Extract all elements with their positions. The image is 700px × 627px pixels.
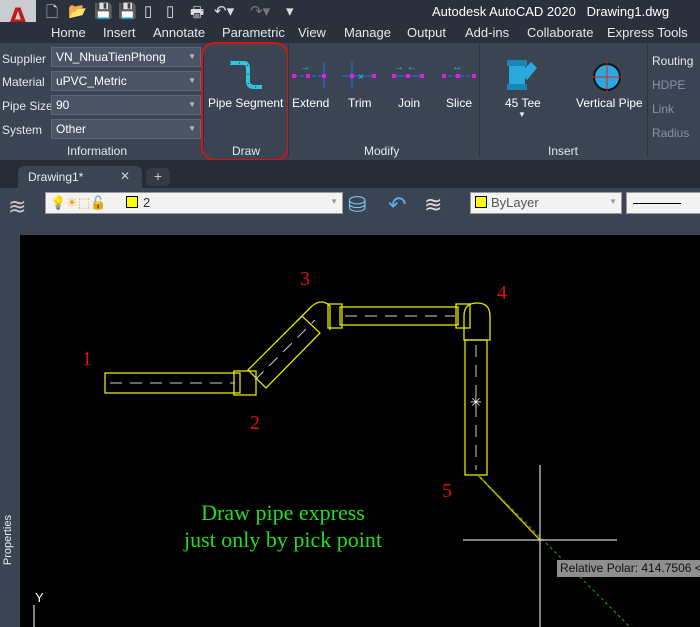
pipe-segment-3 [339, 306, 459, 326]
supplier-select[interactable]: VN_NhuaTienPhong [51, 47, 201, 67]
chevron-down-icon[interactable]: ▼ [518, 110, 526, 119]
radius-label: Radius [652, 126, 690, 140]
45-tee-button[interactable]: 45 Tee [505, 96, 541, 110]
redo-icon[interactable]: ↷▾ [250, 2, 270, 20]
open-from-web-icon[interactable]: ▯ [144, 2, 152, 20]
undo-icon[interactable]: ↶▾ [214, 2, 234, 20]
point-label-1: 1 [82, 348, 92, 370]
customize-icon[interactable]: ▾ [286, 2, 294, 20]
layer-state-icons: 💡☀⬚🔓 [50, 195, 107, 210]
svg-text:↔: ↔ [452, 62, 462, 73]
tab-add-ins[interactable]: Add-ins [465, 25, 509, 40]
tab-drawing1[interactable]: Drawing1* ✕ [18, 166, 142, 188]
tab-insert[interactable]: Insert [103, 25, 136, 40]
modify-icons: → × → ← ↔ [292, 62, 476, 88]
divider [288, 45, 289, 157]
insert-panel-title: Insert [548, 144, 579, 158]
open-icon[interactable]: 📂 [68, 2, 87, 20]
elbow-fitting [463, 302, 491, 341]
svg-text:→ ←: → ← [394, 62, 417, 73]
extend-button[interactable]: Extend [292, 96, 329, 110]
save-icon[interactable]: 💾 [94, 2, 113, 20]
system-select[interactable]: Other [51, 119, 201, 139]
chevron-down-icon: ▼ [609, 197, 617, 206]
polar-tooltip: Relative Polar: 414.7506 < 3 [557, 560, 700, 577]
pipe-segment-button[interactable] [222, 55, 266, 95]
tab-output[interactable]: Output [407, 25, 446, 40]
vertical-pipe-icon [592, 62, 622, 92]
tab-parametric[interactable]: Parametric [222, 25, 285, 40]
extend-icon: → [292, 62, 326, 88]
linetype-preview [633, 203, 681, 204]
slice-icon: ↔ [442, 62, 476, 78]
tab-label: Drawing1* [28, 170, 84, 184]
tab-home[interactable]: Home [51, 25, 86, 40]
chevron-down-icon: ▼ [330, 197, 338, 206]
vertical-pipe-button[interactable]: Vertical Pipe [576, 96, 643, 110]
trim-icon: × [342, 62, 376, 88]
svg-text:→: → [300, 62, 310, 73]
color-swatch [475, 196, 487, 208]
save-as-icon[interactable]: 💾 [118, 2, 137, 20]
ucs-y-label: Y [35, 590, 44, 605]
point-label-5: 5 [442, 480, 452, 502]
join-icon: → ← [392, 62, 424, 78]
point-label-3: 3 [300, 268, 310, 290]
linetype-select[interactable] [626, 192, 700, 214]
pipe-segment-icon [230, 61, 262, 89]
layer-states-icon[interactable]: ≋ [424, 192, 442, 218]
polar-tracking-line [477, 474, 631, 627]
hdpe-label: HDPE [652, 78, 686, 92]
save-to-web-icon[interactable]: ▯ [166, 2, 174, 20]
modify-panel-title: Modify [364, 144, 400, 158]
45-tee-icon [507, 60, 537, 90]
divider [479, 45, 480, 157]
new-tab-button[interactable]: + [146, 168, 170, 186]
point-label-4: 4 [497, 282, 507, 304]
information-panel-title: Information [67, 144, 128, 158]
trim-button[interactable]: Trim [348, 96, 372, 110]
color-select[interactable]: ByLayer ▼ [470, 192, 622, 214]
pipe-segment-2 [247, 315, 321, 389]
svg-text:×: × [358, 72, 364, 83]
color-name: ByLayer [491, 195, 539, 210]
point-label-2: 2 [250, 412, 260, 434]
window-title: Autodesk AutoCAD 2020 Drawing1.dwg [432, 4, 670, 19]
link-label: Link [652, 102, 675, 116]
pipe-size-label: Pipe Size [2, 99, 53, 113]
layer-previous-icon[interactable]: ↶ [388, 192, 406, 218]
layer-name: 2 [143, 195, 151, 210]
material-select[interactable]: uPVC_Metric [51, 71, 201, 91]
tab-express-tools[interactable]: Express Tools [607, 25, 688, 40]
tab-manage[interactable]: Manage [344, 25, 391, 40]
tab-view[interactable]: View [298, 25, 326, 40]
join-button[interactable]: Join [398, 96, 420, 110]
close-icon[interactable]: ✕ [120, 169, 130, 183]
tab-collaborate[interactable]: Collaborate [527, 25, 594, 40]
pipe-segment-label[interactable]: Pipe Segment [208, 96, 283, 110]
system-label: System [2, 123, 43, 137]
tab-annotate[interactable]: Annotate [153, 25, 205, 40]
layer-color-swatch [126, 196, 138, 208]
draw-panel-title: Draw [232, 144, 261, 158]
make-current-icon[interactable]: ⛁ [348, 192, 366, 218]
pipe-size-select[interactable]: 90 [51, 95, 201, 115]
note-line-2: just only by pick point [184, 527, 382, 552]
node-icon: ✳ [470, 394, 482, 410]
layer-select[interactable]: 💡☀⬚🔓 2 ▼ [45, 192, 343, 214]
layer-properties-icon[interactable]: ≋ [8, 194, 26, 220]
routing-label: Routing [652, 54, 694, 68]
material-label: Material [2, 75, 45, 89]
supplier-label: Supplier [2, 52, 47, 66]
note-line-1: Draw pipe express [201, 500, 365, 525]
slice-button[interactable]: Slice [446, 96, 472, 110]
divider [647, 45, 648, 157]
